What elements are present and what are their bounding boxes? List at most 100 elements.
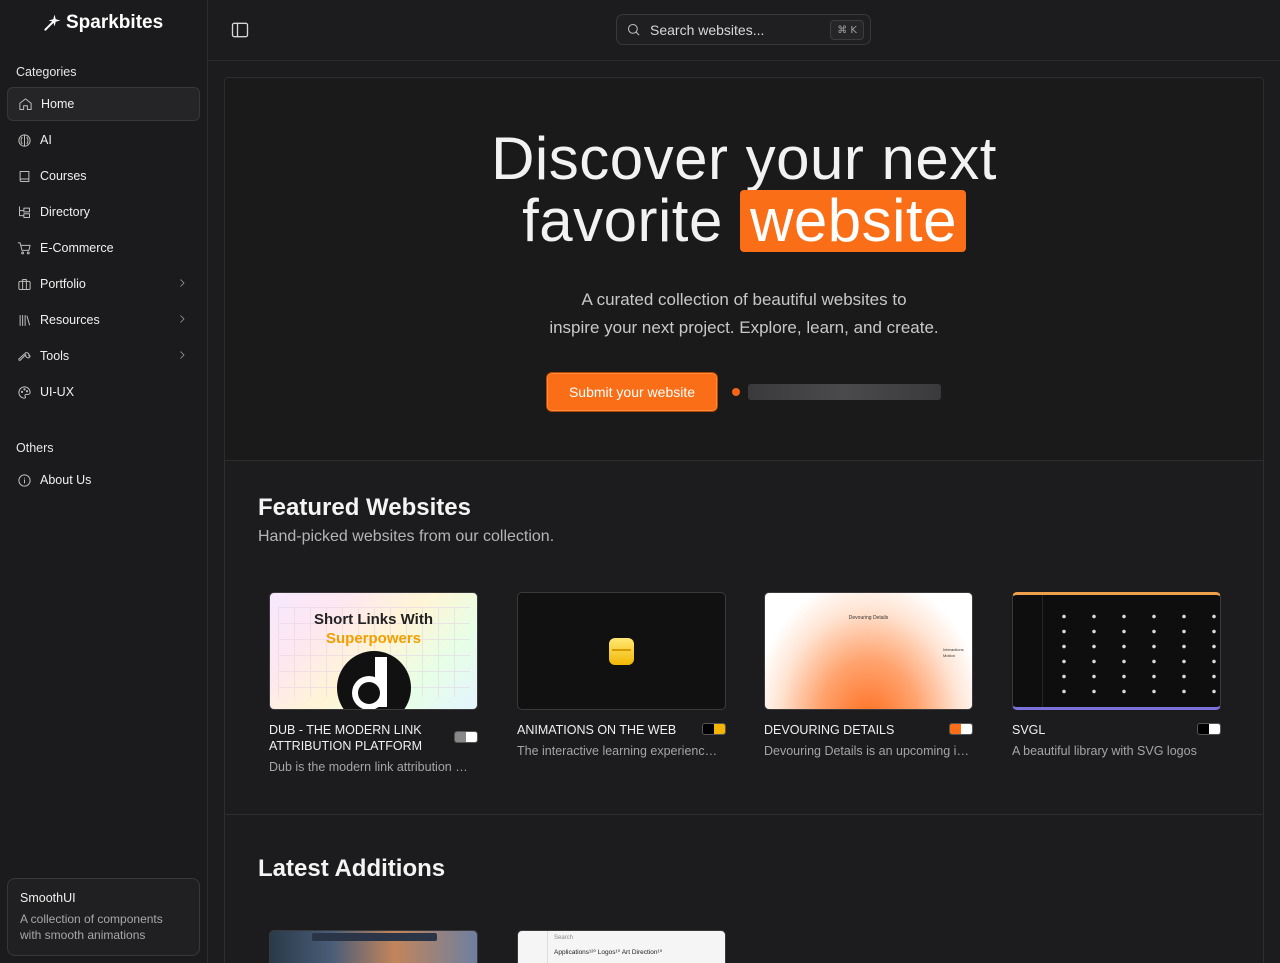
- website-thumbnail[interactable]: Search Applications¹²⁰ Logos¹⁰ Art Direc…: [517, 930, 726, 963]
- hero-headline-line2: favorite website: [225, 190, 1263, 252]
- search-icon: [627, 23, 640, 36]
- sidebar-item-label: Tools: [40, 349, 70, 363]
- sidebar-item-home[interactable]: Home: [7, 87, 200, 121]
- sidebar-item-ecommerce[interactable]: E-Commerce: [7, 231, 200, 265]
- website-thumbnail[interactable]: [1012, 592, 1221, 710]
- submit-website-button[interactable]: Submit your website: [547, 373, 717, 411]
- sidebar-item-label: Portfolio: [40, 277, 86, 291]
- thumbnail-heading: Short Links With: [313, 611, 434, 628]
- color-swatch: [702, 723, 726, 735]
- wrench-icon: [16, 348, 32, 364]
- website-card-description: The interactive learning experience t...: [517, 744, 722, 758]
- loading-placeholder: [748, 384, 941, 400]
- sidebar-item-ai[interactable]: AI: [7, 123, 200, 157]
- featured-section: Featured Websites Hand-picked websites f…: [224, 461, 1264, 815]
- promo-description: A collection of components with smooth a…: [20, 912, 163, 942]
- search-box[interactable]: ⌘ K: [616, 14, 871, 45]
- color-swatch: [1197, 723, 1221, 735]
- sparkle-icon: [44, 14, 61, 31]
- hero-subtitle-line2: inspire your next project. Explore, lear…: [549, 318, 939, 337]
- color-swatch: [949, 723, 973, 735]
- search-shortcut-badge: ⌘ K: [830, 20, 864, 40]
- sidebar-item-directory[interactable]: Directory: [7, 195, 200, 229]
- thumbnail-side-label: Interactions Motion: [943, 647, 964, 658]
- sidebar-item-label: Courses: [40, 169, 87, 183]
- chevron-right-icon[interactable]: [176, 349, 188, 361]
- website-card-devouring-details[interactable]: Devouring Details Interactions Motion DE…: [764, 592, 973, 758]
- promo-card[interactable]: SmoothUI A collection of components with…: [7, 878, 200, 956]
- sidebar-item-label: Directory: [40, 205, 91, 219]
- brain-icon: [16, 132, 32, 148]
- website-card-dub[interactable]: Short Links With Superpowers DUB - THE M…: [269, 592, 478, 774]
- hero-highlight-word: website: [740, 190, 966, 252]
- thumbnail-heading-accent: Superpowers: [325, 630, 422, 647]
- sidebar-item-uiux[interactable]: UI-UX: [7, 375, 200, 409]
- color-swatch: [454, 731, 478, 743]
- website-card-description: A beautiful library with SVG logos: [1012, 744, 1197, 758]
- home-icon: [17, 96, 33, 112]
- status-dot: [732, 388, 740, 396]
- thumbnail-sidebar: [1013, 595, 1043, 707]
- website-thumbnail[interactable]: [517, 592, 726, 710]
- website-card-description: Devouring Details is an upcoming int...: [764, 744, 969, 758]
- website-thumbnail[interactable]: Short Links With Superpowers: [269, 592, 478, 710]
- hero-headline-prefix: favorite: [522, 187, 723, 254]
- website-card-title[interactable]: DUB - THE MODERN LINK ATTRIBUTION PLATFO…: [269, 722, 449, 754]
- folder-tree-icon: [16, 204, 32, 220]
- others-label: Others: [16, 441, 54, 455]
- thumbnail-search-label: Search: [554, 935, 574, 941]
- brand-name: Sparkbites: [66, 12, 164, 33]
- sidebar: Sparkbites Categories Home AI Courses Di…: [0, 0, 208, 963]
- briefcase-icon: [16, 276, 32, 292]
- featured-title: Featured Websites: [258, 494, 471, 521]
- palette-icon: [16, 384, 32, 400]
- cart-icon: [16, 240, 32, 256]
- hero-section: Discover your next favorite website A cu…: [224, 77, 1264, 461]
- website-thumbnail[interactable]: [269, 930, 478, 963]
- library-icon: [16, 312, 32, 328]
- website-card-title[interactable]: SVGL: [1012, 722, 1192, 738]
- thumbnail-label: Devouring Details: [848, 615, 889, 621]
- website-thumbnail[interactable]: Devouring Details Interactions Motion: [764, 592, 973, 710]
- website-card-description: Dub is the modern link attribution pl...: [269, 760, 474, 774]
- website-card-svgl[interactable]: SVGL A beautiful library with SVG logos: [1012, 592, 1221, 758]
- sidebar-item-tools[interactable]: Tools: [7, 339, 200, 373]
- brand-logo[interactable]: Sparkbites: [42, 12, 163, 34]
- featured-subtitle: Hand-picked websites from our collection…: [258, 528, 555, 545]
- sidebar-item-label: About Us: [40, 473, 92, 487]
- website-card-title[interactable]: DEVOURING DETAILS: [764, 722, 944, 738]
- latest-title: Latest Additions: [258, 855, 446, 882]
- sidebar-item-resources[interactable]: Resources: [7, 303, 200, 337]
- website-card-title[interactable]: ANIMATIONS ON THE WEB: [517, 722, 697, 738]
- categories-label: Categories: [16, 65, 77, 79]
- sidebar-toggle-button[interactable]: [230, 20, 250, 40]
- sidebar-item-label: AI: [40, 133, 52, 147]
- sidebar-item-courses[interactable]: Courses: [7, 159, 200, 193]
- folder-app-icon: [609, 638, 634, 665]
- thumbnail-tabs: Applications¹²⁰ Logos¹⁰ Art Direction¹⁰: [554, 949, 663, 956]
- book-icon: [16, 168, 32, 184]
- info-icon: [16, 472, 32, 488]
- sidebar-item-label: E-Commerce: [40, 241, 114, 255]
- search-input[interactable]: [650, 21, 820, 38]
- thumbnail-sidebar: [518, 931, 548, 963]
- sidebar-item-portfolio[interactable]: Portfolio: [7, 267, 200, 301]
- hero-headline-line1: Discover your next: [491, 125, 997, 192]
- hero-subtitle-line1: A curated collection of beautiful websit…: [581, 290, 907, 309]
- chevron-right-icon[interactable]: [176, 313, 188, 325]
- thumbnail-navbar: [312, 933, 437, 941]
- panel-left-icon: [231, 22, 249, 38]
- others-nav: About Us: [7, 463, 200, 499]
- latest-section: Latest Additions Search Applications¹²⁰ …: [224, 815, 1264, 963]
- hero-subtitle: A curated collection of beautiful websit…: [225, 286, 1263, 342]
- topbar: ⌘ K: [208, 0, 1280, 61]
- category-nav: Home AI Courses Directory E-Commerce Por…: [7, 87, 200, 411]
- logo-grid: [1049, 609, 1217, 697]
- sidebar-item-label: UI-UX: [40, 385, 75, 399]
- chevron-right-icon[interactable]: [176, 277, 188, 289]
- sidebar-item-label: Resources: [40, 313, 100, 327]
- sidebar-item-about-us[interactable]: About Us: [7, 463, 200, 497]
- sidebar-item-label: Home: [41, 97, 75, 111]
- website-card-animations[interactable]: ANIMATIONS ON THE WEB The interactive le…: [517, 592, 726, 758]
- promo-title: SmoothUI: [20, 891, 76, 905]
